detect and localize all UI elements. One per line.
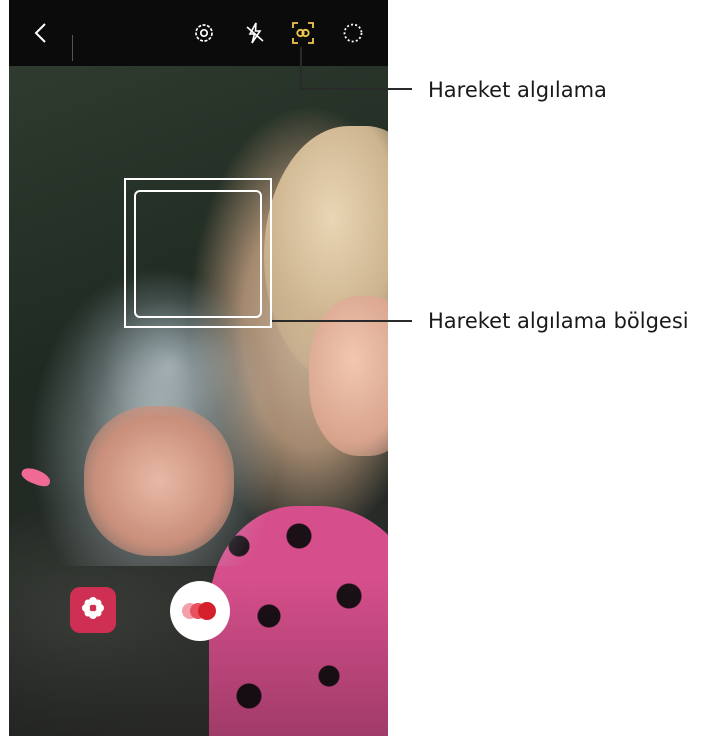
camera-screen: [9, 0, 388, 736]
callout-line-vertical-1: [300, 47, 302, 89]
flash-off-icon[interactable]: [242, 20, 268, 46]
motion-detection-icon[interactable]: [290, 20, 316, 46]
motion-detection-area-frame[interactable]: [134, 190, 262, 318]
record-button[interactable]: [170, 581, 230, 641]
callout-line-horizontal-1: [300, 88, 412, 90]
camera-top-bar: [9, 0, 388, 66]
filter-button[interactable]: [70, 587, 116, 633]
filter-icon: [80, 595, 106, 625]
settings-icon[interactable]: [191, 20, 217, 46]
record-icon: [182, 602, 216, 620]
back-icon[interactable]: [29, 20, 55, 46]
top-bar-divider: [72, 35, 73, 61]
motion-detection-label: Hareket algılama: [428, 78, 607, 102]
subject-hands: [84, 406, 234, 556]
motion-detection-area-label: Hareket algılama bölgesi: [428, 309, 689, 333]
callout-line-horizontal-2: [272, 320, 412, 322]
timer-icon[interactable]: [340, 20, 366, 46]
